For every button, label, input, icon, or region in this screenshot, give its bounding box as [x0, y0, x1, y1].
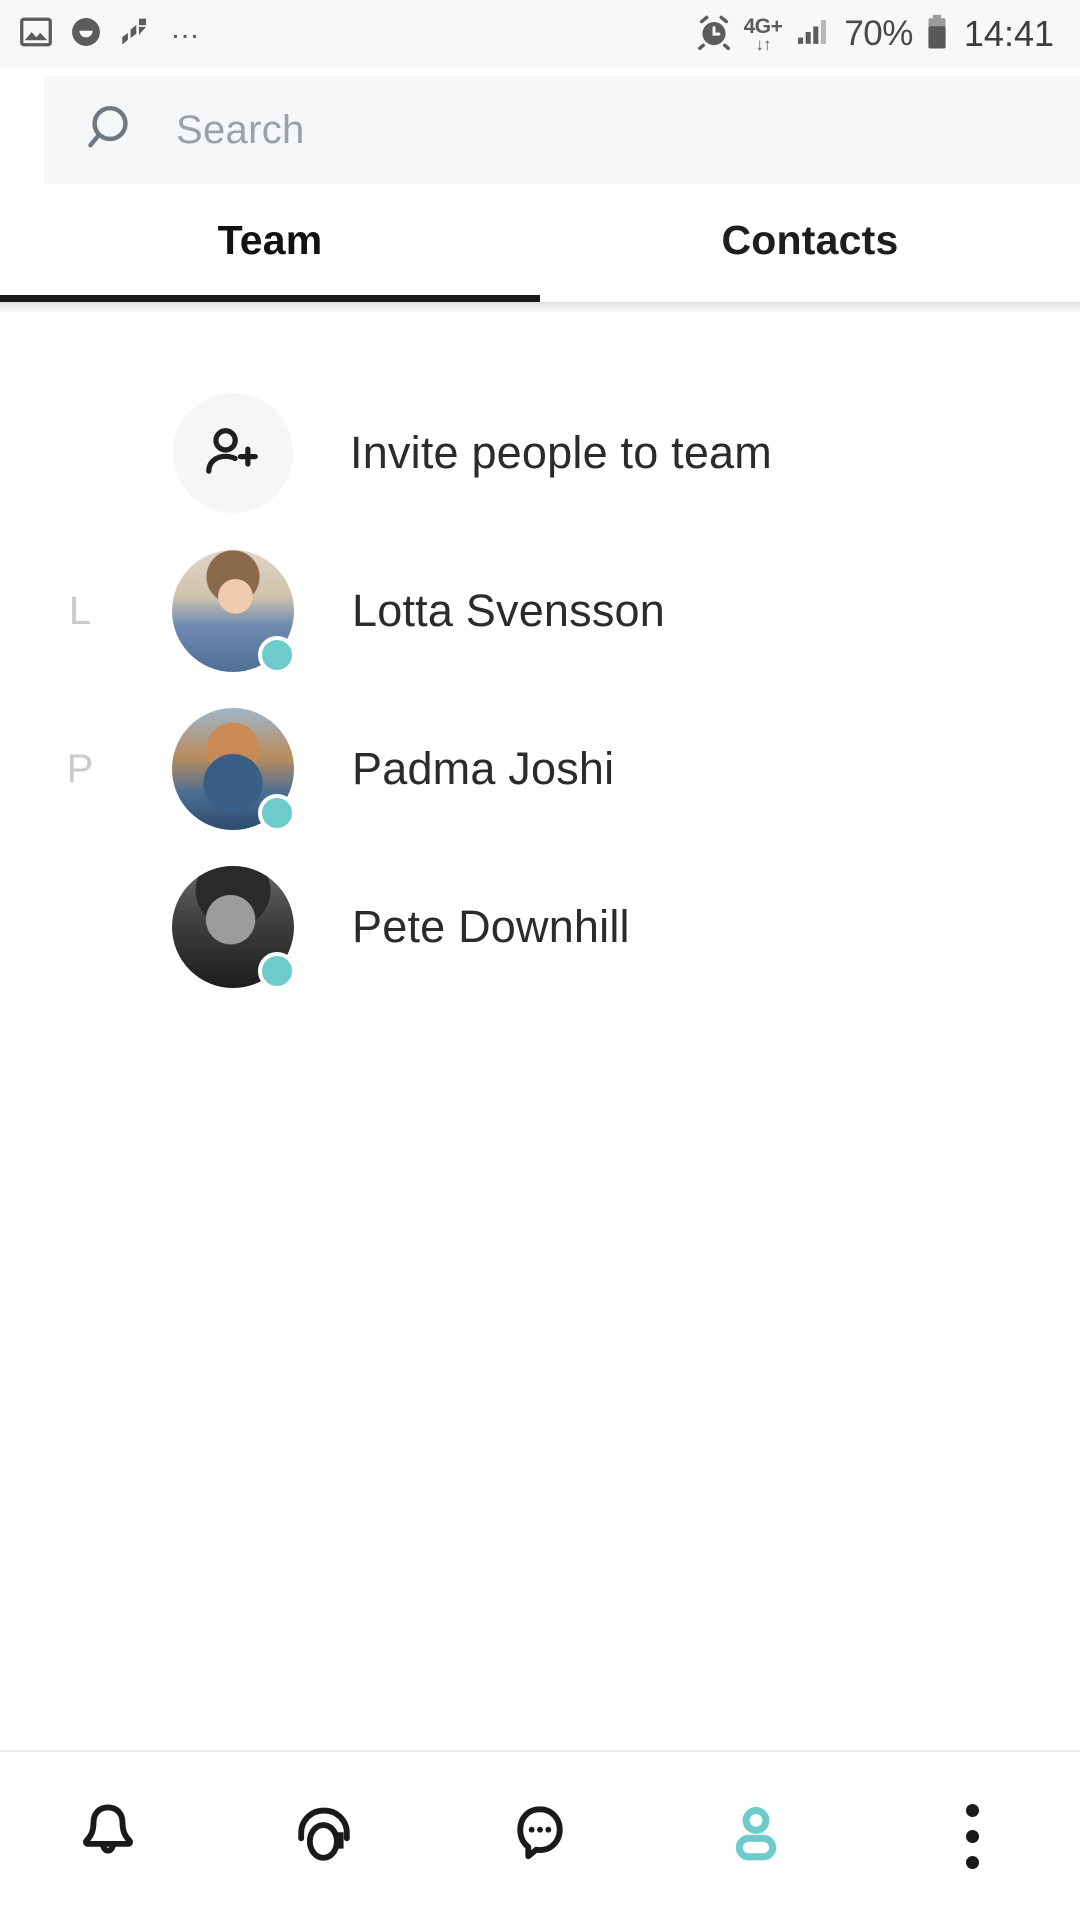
- status-overflow-dots: …: [170, 12, 202, 45]
- contact-name: Lotta Svensson: [352, 585, 666, 636]
- headset-icon: [287, 1797, 361, 1876]
- person-icon: [719, 1797, 793, 1876]
- kebab-menu-icon: [965, 1803, 979, 1869]
- search-bar[interactable]: Search: [44, 76, 1080, 184]
- image-icon: [18, 14, 54, 55]
- contact-initial: L: [68, 588, 92, 633]
- smiley-icon: [68, 14, 104, 55]
- team-list: Invite people to team L Lotta Svensson P…: [0, 302, 1080, 1750]
- contact-name: Padma Joshi: [352, 743, 615, 794]
- invite-people-row[interactable]: Invite people to team: [0, 374, 1080, 532]
- battery-icon: [924, 13, 950, 56]
- invite-people-label: Invite people to team: [350, 427, 772, 478]
- list-item[interactable]: L Lotta Svensson: [0, 532, 1080, 690]
- nav-item-messages[interactable]: [432, 1797, 648, 1876]
- avatar-slot: [160, 866, 306, 990]
- status-bar: … 4G+ ↓↑ 70% 14:41: [0, 0, 1080, 68]
- search-icon: [86, 100, 142, 161]
- battery-percent-label: 70%: [844, 14, 913, 53]
- tab-active-indicator: [0, 295, 540, 302]
- tab-team[interactable]: Team: [0, 184, 540, 302]
- search-section: Search: [0, 68, 1080, 184]
- nav-item-more[interactable]: [864, 1803, 1080, 1869]
- nav-item-support[interactable]: [216, 1797, 432, 1876]
- invite-icon-slot: [160, 393, 306, 513]
- data-transfer-arrows-icon: ↓↑: [755, 35, 771, 54]
- tab-bar: Team Contacts: [0, 184, 1080, 302]
- status-badge: [258, 636, 296, 674]
- search-input[interactable]: Search: [176, 108, 305, 153]
- chat-bubble-icon: [503, 1797, 577, 1876]
- status-bar-left: …: [18, 14, 202, 55]
- status-bar-right: 4G+ ↓↑ 70% 14:41: [695, 13, 1054, 56]
- contact-initial: P: [66, 746, 94, 791]
- alarm-clock-icon: [695, 13, 733, 56]
- clock-label: 14:41: [963, 13, 1054, 54]
- app-screen: … 4G+ ↓↑ 70% 14:41 Search Team Contacts …: [0, 0, 1080, 1920]
- bell-icon: [71, 1797, 145, 1876]
- nav-item-notifications[interactable]: [0, 1797, 216, 1876]
- avatar-slot: [160, 708, 306, 832]
- list-item[interactable]: P Padma Joshi: [0, 690, 1080, 848]
- avatar: [172, 866, 296, 990]
- contact-name: Pete Downhill: [352, 901, 630, 952]
- status-badge: [258, 952, 296, 990]
- list-item[interactable]: Pete Downhill: [0, 848, 1080, 1006]
- status-badge: [258, 794, 296, 832]
- avatar: [172, 550, 296, 674]
- add-person-icon: [173, 393, 293, 513]
- bottom-navigation-bar: [0, 1750, 1080, 1920]
- avatar: [172, 708, 296, 832]
- tab-contacts[interactable]: Contacts: [540, 184, 1080, 302]
- signal-bars-icon: [791, 13, 833, 56]
- avatar-slot: [160, 550, 306, 674]
- network-type-indicator: 4G+ ↓↑: [743, 15, 783, 54]
- jira-icon: [118, 15, 152, 54]
- nav-item-profile[interactable]: [648, 1797, 864, 1876]
